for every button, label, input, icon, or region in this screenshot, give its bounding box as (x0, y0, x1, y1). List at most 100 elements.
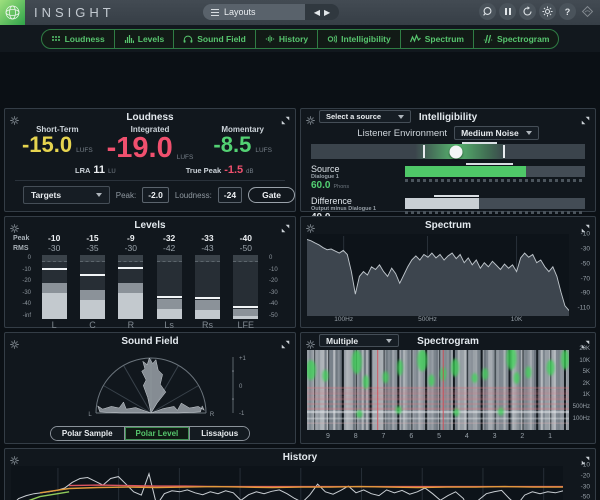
prev-layout-button[interactable]: ◀ (314, 8, 320, 17)
channel-label-R: R (127, 320, 135, 330)
short-term-value: -15.0 (21, 132, 73, 157)
spectrum-wave-icon (409, 33, 421, 43)
levels-expand-icon[interactable] (281, 220, 290, 238)
difference-target-marker (433, 195, 479, 197)
spectrogram-display[interactable] (307, 350, 569, 430)
environment-meter[interactable] (311, 142, 585, 159)
peak-label: Peak: (115, 190, 137, 200)
spectrogram-x-axis: 987654321 (326, 433, 553, 440)
spectrogram-title: Spectrogram (417, 336, 479, 347)
rms-value-L: -30 (48, 243, 61, 253)
tab-history[interactable]: History (256, 29, 319, 48)
environment-knob[interactable] (449, 145, 463, 158)
targets-dropdown[interactable]: Targets (23, 186, 110, 204)
history-plot[interactable] (11, 466, 563, 500)
svg-text:0: 0 (239, 384, 243, 390)
integrated-block: Integrated -19.0 LUFS (106, 125, 194, 164)
gate-button[interactable]: Gate (248, 187, 295, 203)
module-tab-bar: Loudness Levels Sound Field History Inte… (0, 25, 600, 52)
polar-display[interactable]: L R +1 0 -1 (5, 349, 295, 423)
loudness-target-field[interactable]: -24 (217, 187, 243, 203)
listener-environment-dropdown[interactable]: Medium Noise (454, 126, 539, 140)
levels-panel: Levels Peak -10 -15 -9 -32 -33 -40 RMS -30 -35 -3… (4, 216, 296, 330)
channel-label-L: L (51, 320, 57, 330)
app-title: INSIGHT (34, 5, 115, 20)
layout-nav: ◀ ▶ (305, 4, 339, 20)
spectrogram-icon (483, 34, 493, 43)
true-peak-readout: True Peak -1.5 dB (185, 164, 254, 176)
source-meter-row: Source Dialogue 1 60.0 Phons (311, 163, 585, 191)
intelligibility-expand-icon[interactable] (581, 112, 590, 130)
level-meter-R (118, 255, 144, 319)
sound-field-mode-switch: Polar Sample Polar Level Lissajous (49, 426, 251, 441)
source-label: Source (311, 164, 340, 174)
chevron-down-icon (95, 193, 102, 197)
rms-value-C: -35 (86, 243, 99, 253)
channel-label-LFE: LFE (237, 320, 255, 330)
channel-label-Rs: Rs (201, 320, 213, 330)
svg-text:+1: +1 (239, 356, 247, 362)
monitor-icon[interactable] (479, 3, 496, 20)
divider (15, 180, 285, 181)
spectrum-x-axis: 100Hz 500Hz 10K (334, 316, 523, 323)
momentary-block: Momentary -8.5 LUFS (213, 125, 272, 157)
spectrum-title: Spectrum (424, 220, 472, 231)
peak-value-C: -15 (86, 233, 99, 243)
layouts-dropdown[interactable]: Layouts (203, 4, 305, 20)
intelligibility-title: Intelligibility (418, 112, 478, 123)
izotope-logo-icon (579, 3, 596, 20)
svg-text:R: R (210, 412, 215, 418)
target-segment (461, 142, 498, 144)
history-panel: History -10-20-30-50-70-90-110 0:200:401… (4, 448, 596, 500)
short-term-block: Short-Term -15.0 LUFS (21, 125, 93, 157)
tab-group: Loudness Levels Sound Field History Inte… (40, 28, 560, 49)
pause-button[interactable] (499, 3, 516, 20)
sound-field-panel: Sound Field L R +1 0 -1 Polar Sample Polar L… (4, 332, 296, 444)
mode-polar-level[interactable]: Polar Level (124, 427, 191, 440)
integrated-value: -19.0 (106, 132, 173, 164)
rms-value-Ls: -42 (163, 243, 176, 253)
loudness-title: Loudness (126, 112, 174, 123)
reset-button[interactable] (519, 3, 536, 20)
tab-spectrogram[interactable]: Spectrogram (474, 30, 558, 48)
loudness-panel: Loudness Short-Term -15.0 LUFS Integrated… (4, 108, 296, 212)
level-meters (35, 255, 265, 319)
mode-lissajous[interactable]: Lissajous (190, 427, 250, 440)
difference-label: Difference (311, 196, 352, 206)
tab-levels[interactable]: Levels (115, 29, 175, 48)
svg-text:L: L (88, 412, 92, 418)
spectrum-plot[interactable] (307, 234, 569, 316)
tab-loudness[interactable]: Loudness (42, 29, 115, 48)
tick-ruler (405, 211, 585, 214)
tab-spectrum[interactable]: Spectrum (401, 29, 474, 48)
rms-values-row: RMS -30 -35 -30 -42 -43 -50 (5, 243, 295, 253)
peak-target-field[interactable]: -2.0 (142, 187, 169, 203)
difference-bar (405, 195, 585, 209)
speech-icon (327, 34, 338, 43)
spectrogram-panel: Multiple Spectrogram 20K 10K 5K 2K 1K 500Hz 10… (300, 332, 596, 444)
chevron-down-icon (525, 131, 532, 135)
spectrogram-y-axis: 20K 10K 5K 2K 1K 500Hz 100Hz (572, 346, 590, 422)
range-marker (423, 145, 426, 158)
difference-bar-fill (405, 198, 479, 209)
peak-values-row: Peak -10 -15 -9 -32 -33 -40 (5, 233, 295, 243)
tab-intelligibility[interactable]: Intelligibility (318, 29, 401, 48)
loudness-label: Loudness: (174, 190, 212, 200)
help-button[interactable]: ? (559, 3, 576, 20)
izotope-insight-logo (0, 0, 25, 25)
settings-gear-button[interactable] (539, 3, 556, 20)
history-y-axis: -10-20-30-50-70-90-110 (580, 461, 590, 500)
level-meter-L (41, 255, 67, 319)
level-scale-right: 0 -10 -20 -30 -40 -50 (269, 255, 278, 319)
title-bar: INSIGHT Layouts ◀ ▶ ? (0, 0, 600, 25)
tab-sound-field[interactable]: Sound Field (174, 29, 256, 48)
level-meter-Ls (156, 255, 182, 319)
waveform-icon (265, 35, 275, 42)
next-layout-button[interactable]: ▶ (324, 8, 330, 17)
loudness-expand-icon[interactable] (281, 112, 290, 130)
loudness-grid-icon (51, 35, 60, 41)
channel-label-C: C (89, 320, 96, 330)
source-bar (405, 163, 585, 177)
svg-text:-1: -1 (239, 411, 245, 417)
mode-polar-sample[interactable]: Polar Sample (50, 427, 125, 440)
